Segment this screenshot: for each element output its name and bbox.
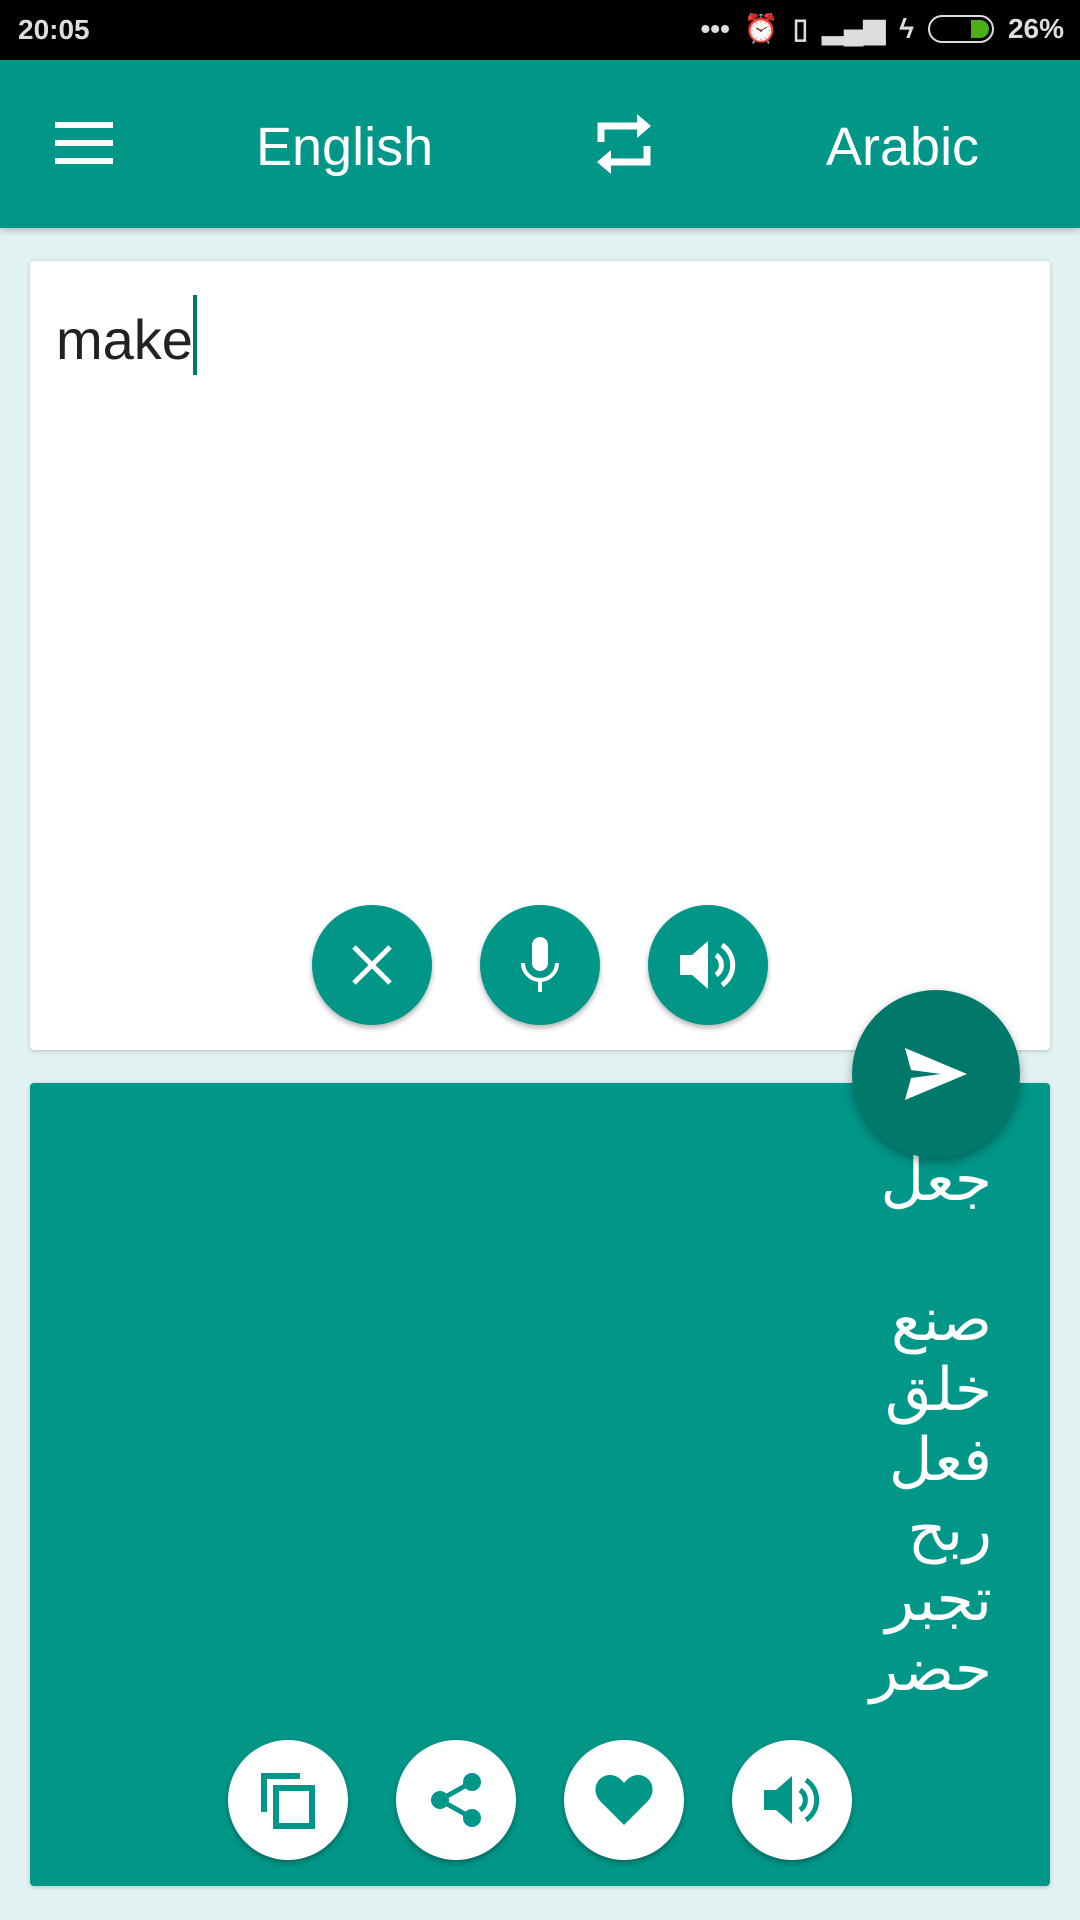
speak-input-button[interactable] (648, 905, 768, 1025)
close-icon (352, 945, 392, 985)
microphone-icon (521, 937, 559, 992)
charging-icon: ϟ (899, 12, 914, 44)
more-notifications-icon: ••• (700, 12, 730, 44)
microphone-button[interactable] (480, 905, 600, 1025)
translation-line: حضر (869, 1635, 992, 1705)
translation-line: تجبر (885, 1565, 992, 1635)
translation-line: فعل (888, 1425, 992, 1495)
input-textarea[interactable]: make (56, 295, 197, 375)
translation-line: صنع (891, 1285, 992, 1355)
heart-icon (595, 1775, 653, 1825)
text-cursor (192, 295, 197, 375)
toolbar: English Arabic (0, 60, 1080, 228)
status-time: 20:05 (18, 14, 90, 45)
copy-icon (261, 1773, 315, 1829)
usb-icon: ▯ (792, 13, 809, 44)
translate-send-button[interactable] (852, 990, 1020, 1158)
clear-button[interactable] (312, 905, 432, 1025)
speak-output-button[interactable] (732, 1740, 852, 1860)
input-text[interactable]: make (56, 308, 193, 371)
speaker-icon (764, 1776, 820, 1824)
send-icon (905, 1048, 967, 1100)
menu-icon[interactable] (55, 122, 113, 164)
input-card: make (30, 261, 1050, 1050)
battery-percent: 26% (1007, 12, 1064, 44)
battery-icon (927, 14, 994, 43)
target-language-button[interactable]: Arabic (826, 116, 979, 178)
translation-line: خلق (885, 1355, 992, 1425)
favorite-button[interactable] (564, 1740, 684, 1860)
alarm-icon: ⏰ (743, 13, 779, 44)
output-card: جعل صنع خلق فعل ربح تجبر حضر (30, 1083, 1050, 1886)
status-bar: 20:05 ••• ⏰ ▯ ▂▄▆ ϟ 26% (0, 0, 1080, 60)
speaker-icon (680, 941, 736, 989)
translation-output: جعل صنع خلق فعل ربح تجبر حضر (870, 1145, 992, 1705)
share-icon (431, 1773, 481, 1827)
copy-button[interactable] (228, 1740, 348, 1860)
source-language-button[interactable]: English (256, 116, 433, 178)
signal-icon: ▂▄▆ (822, 13, 886, 44)
translation-line: ربح (907, 1495, 992, 1565)
swap-languages-icon[interactable] (595, 112, 653, 176)
translation-line (870, 1215, 992, 1285)
share-button[interactable] (396, 1740, 516, 1860)
